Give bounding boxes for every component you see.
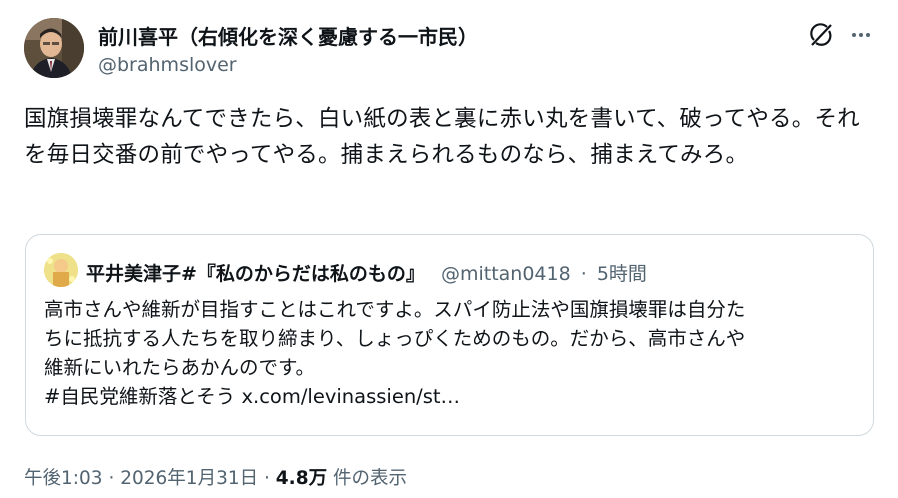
tweet-meta: 午後1:03 · 2026年1月31日 · 4.8万 件の表示: [24, 464, 407, 490]
grok-icon: [810, 23, 832, 46]
quote-tweet-card[interactable]: 平井美津子#『私のからだは私のもの』 @mittan0418 · 5時間 高市さ…: [25, 234, 874, 436]
quote-text: 高市さんや維新が目指すことはこれですよ。スパイ防止法や国旗損壊罪は自分た ちに抵…: [44, 295, 856, 411]
quote-separator: ·: [580, 263, 587, 285]
more-options-button[interactable]: [846, 20, 876, 50]
quote-author-name[interactable]: 平井美津子#『私のからだは私のもの』: [86, 263, 425, 285]
author-avatar[interactable]: [24, 18, 84, 78]
quote-text-line: ちに抵抗する人たちを取り締まり、しょっぴくためのもの。だから、高市さんや: [44, 327, 746, 350]
quote-text-line: #自民党維新落とそう x.com/levinassien/st…: [44, 385, 461, 408]
meta-separator: ·: [264, 468, 270, 489]
view-count-label: 件の表示: [332, 468, 407, 489]
tweet-text: 国旗損壊罪なんてできたら、白い紙の表と裏に赤い丸を書いて、破ってやる。それを毎日…: [24, 106, 860, 168]
quote-text-line: 高市さんや維新が目指すことはこれですよ。スパイ防止法や国旗損壊罪は自分た: [44, 298, 746, 321]
quote-author-handle[interactable]: @mittan0418: [441, 263, 571, 285]
view-count[interactable]: 4.8万: [276, 468, 327, 489]
meta-separator: ·: [108, 468, 115, 489]
tweet-time[interactable]: 午後1:03: [24, 468, 103, 489]
author-name[interactable]: 前川喜平（右傾化を深く憂慮する一市民）: [98, 21, 478, 50]
author-handle[interactable]: @brahmslover: [98, 54, 237, 76]
quote-author-avatar[interactable]: [44, 253, 78, 287]
quote-header: 平井美津子#『私のからだは私のもの』 @mittan0418 · 5時間: [86, 259, 647, 286]
grok-button[interactable]: [806, 20, 836, 50]
more-icon: [852, 33, 870, 37]
quote-text-line: 維新にいれたらあかんのです。: [44, 356, 316, 379]
quote-timestamp[interactable]: 5時間: [597, 263, 647, 285]
tweet-date[interactable]: 2026年1月31日: [120, 468, 258, 489]
